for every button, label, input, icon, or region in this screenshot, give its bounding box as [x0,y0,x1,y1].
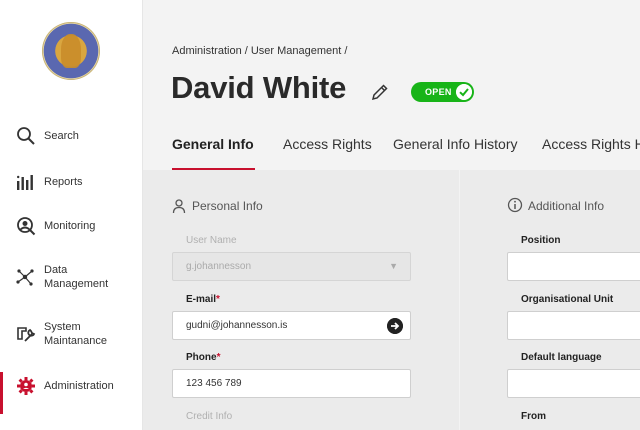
tab-bar: General Info Access Rights General Info … [143,120,640,170]
organisational-unit-field[interactable] [507,311,640,340]
breadcrumb[interactable]: Administration / User Management / [172,45,347,57]
bar-chart-icon [17,175,33,190]
sidebar-item-label-line1: Data [44,264,68,276]
position-field[interactable] [507,252,640,281]
search-icon [17,127,35,145]
email-value: gudni@johannesson.is [186,320,288,331]
credit-info-label: Credit Info [186,411,233,422]
page-title: David White [171,70,347,105]
user-name-label: User Name [186,235,237,246]
admin-gear-icon [17,377,35,395]
phone-value: 123 456 789 [186,378,242,389]
position-label: Position [521,235,561,246]
email-label: E-mail* [186,294,220,305]
sidebar-item-label: Administration [44,380,114,392]
sidebar-item-label: Monitoring [44,220,96,232]
wrench-icon [17,327,36,342]
from-label: From [521,411,546,422]
phone-label: Phone* [186,352,221,363]
logo [42,22,100,80]
user-icon [172,199,186,214]
default-language-field[interactable] [507,369,640,398]
status-badge-label: OPEN [425,87,452,97]
phone-field[interactable]: 123 456 789 [172,369,411,398]
personal-info-panel: Personal Info User Name g.johannesson ▼ … [143,170,459,430]
tab-access-rights[interactable]: Access Rights [283,136,372,152]
tab-access-rights-history[interactable]: Access Rights His [542,136,640,152]
arrow-right-icon[interactable] [387,318,403,334]
sidebar-item-label: Search [44,130,79,142]
section-title-additional-info: Additional Info [528,199,605,213]
sidebar-item-label-line1: System [44,321,81,333]
tab-general-info-history[interactable]: General Info History [393,136,518,152]
default-language-label: Default language [521,352,602,363]
sidebar-item-label-line2: Management [44,278,109,290]
monitoring-icon [17,217,36,236]
pencil-icon[interactable] [370,82,390,102]
tab-general-info[interactable]: General Info [172,136,254,152]
status-badge: OPEN [411,82,474,102]
network-icon [16,269,34,286]
info-icon [507,197,523,213]
chevron-down-icon: ▼ [389,261,398,271]
section-title-personal-info: Personal Info [192,199,263,213]
organisational-unit-label: Organisational Unit [521,294,614,305]
sidebar-item-label-line2: Maintanance [44,335,107,347]
sidebar: Search Reports Monitoring Data Managemen… [0,0,143,430]
user-name-value: g.johannesson [186,261,252,272]
sidebar-item-label: Reports [44,176,83,188]
additional-info-panel: Additional Info Position Organisational … [460,170,640,430]
email-field[interactable]: gudni@johannesson.is [172,311,411,340]
user-name-select: g.johannesson ▼ [172,252,411,281]
check-icon [456,84,472,100]
